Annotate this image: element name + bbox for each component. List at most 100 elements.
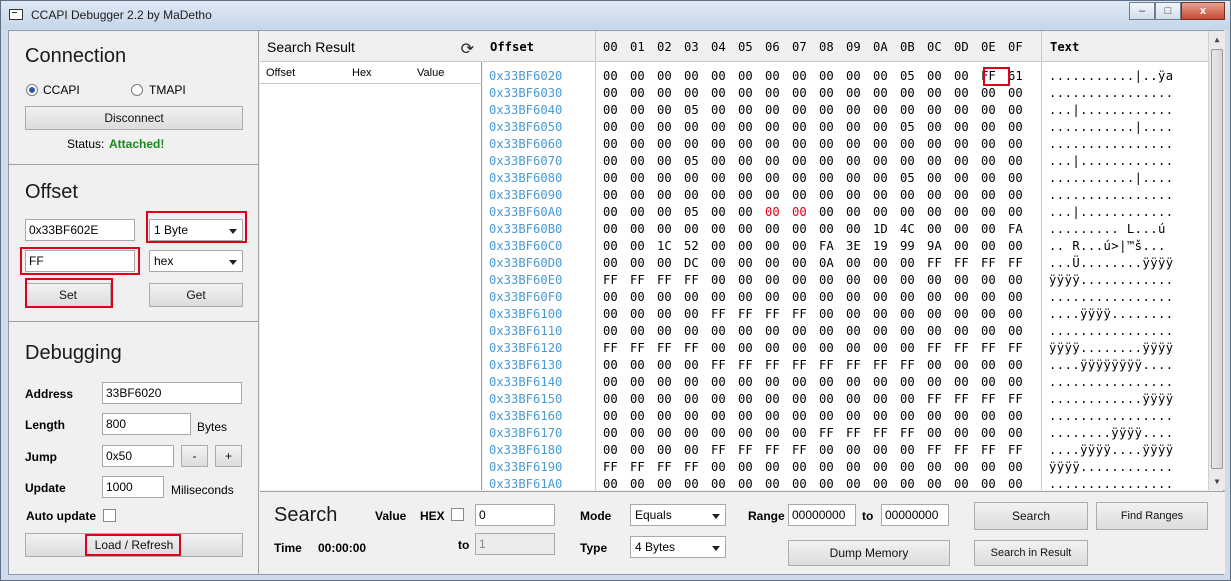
row-offset[interactable]: 0x33BF6180	[489, 443, 562, 457]
hex-byte[interactable]: 00	[927, 188, 942, 202]
hex-byte[interactable]: 00	[981, 307, 996, 321]
hex-byte[interactable]: FF	[981, 392, 996, 406]
row-offset[interactable]: 0x33BF60B0	[489, 222, 562, 236]
row-offset[interactable]: 0x33BF6090	[489, 188, 562, 202]
hex-byte[interactable]: 00	[927, 290, 942, 304]
hex-byte[interactable]: 00	[792, 324, 807, 338]
hex-byte[interactable]: 00	[927, 307, 942, 321]
hex-byte[interactable]: 00	[603, 103, 618, 117]
hex-row[interactable]: 0x33BF60C0 00 00 1C 52 00 00 00 00 FA 3E 19 99 9A 00 00…	[483, 239, 1225, 256]
hex-byte[interactable]: 00	[981, 171, 996, 185]
hex-byte[interactable]: 00	[765, 154, 780, 168]
hex-byte[interactable]: FF	[738, 307, 753, 321]
hex-byte[interactable]: 00	[900, 188, 915, 202]
hex-byte[interactable]: 00	[792, 290, 807, 304]
hex-byte[interactable]: 00	[765, 375, 780, 389]
row-offset[interactable]: 0x33BF60D0	[489, 256, 562, 270]
hex-row[interactable]: 0x33BF6180 00 00 00 00 FF FF FF FF 00 00 00 00 FF FF FF…	[483, 443, 1225, 460]
hex-byte[interactable]: 00	[711, 375, 726, 389]
hex-byte[interactable]: 00	[792, 392, 807, 406]
hex-byte[interactable]: 00	[900, 205, 915, 219]
hex-byte[interactable]: 00	[900, 477, 915, 490]
hex-byte[interactable]: 00	[711, 426, 726, 440]
hex-byte[interactable]: 00	[954, 426, 969, 440]
row-offset[interactable]: 0x33BF60F0	[489, 290, 562, 304]
hex-byte[interactable]: 00	[981, 137, 996, 151]
hex-byte[interactable]: 00	[900, 392, 915, 406]
row-offset[interactable]: 0x33BF6160	[489, 409, 562, 423]
hex-byte[interactable]: 00	[711, 392, 726, 406]
hex-byte[interactable]: 00	[630, 256, 645, 270]
hex-byte[interactable]: FF	[603, 273, 618, 287]
hex-byte[interactable]: 00	[711, 205, 726, 219]
search-value-input[interactable]: 0	[475, 504, 555, 526]
hex-byte[interactable]: FF	[792, 307, 807, 321]
col-offset[interactable]: Offset	[266, 67, 295, 79]
hex-byte[interactable]: 00	[765, 205, 780, 219]
hex-byte[interactable]: 9A	[927, 239, 942, 253]
hex-byte[interactable]: 00	[981, 205, 996, 219]
range-to-input[interactable]: 00000000	[881, 504, 949, 526]
hex-byte[interactable]: 00	[927, 426, 942, 440]
hex-byte[interactable]: 00	[765, 409, 780, 423]
type-select[interactable]: 4 Bytes	[630, 536, 726, 558]
hex-byte[interactable]: 00	[630, 103, 645, 117]
hex-byte[interactable]: 00	[873, 477, 888, 490]
hex-byte[interactable]: 00	[954, 477, 969, 490]
hex-byte[interactable]: 00	[1008, 205, 1023, 219]
ccapi-radio[interactable]	[26, 84, 38, 96]
hex-row[interactable]: 0x33BF6170 00 00 00 00 00 00 00 00 FF FF FF FF 00 00 00…	[483, 426, 1225, 443]
hex-byte[interactable]: 00	[603, 137, 618, 151]
hex-byte[interactable]: 00	[711, 103, 726, 117]
jump-input[interactable]: 0x50	[102, 445, 174, 467]
hex-byte[interactable]: 00	[657, 324, 672, 338]
hex-byte[interactable]: FF	[738, 443, 753, 457]
hex-byte[interactable]: 00	[927, 273, 942, 287]
hex-byte[interactable]: FF	[684, 273, 699, 287]
hex-byte[interactable]: 00	[819, 273, 834, 287]
hex-byte[interactable]: 00	[792, 120, 807, 134]
hex-byte[interactable]: 00	[1008, 307, 1023, 321]
hex-byte[interactable]: FF	[684, 341, 699, 355]
close-button[interactable]: x	[1181, 2, 1225, 20]
hex-byte[interactable]: 00	[900, 409, 915, 423]
hex-byte[interactable]: 00	[657, 154, 672, 168]
hex-byte[interactable]: 00	[603, 256, 618, 270]
hex-byte[interactable]: 00	[873, 69, 888, 83]
hex-byte[interactable]: 00	[927, 205, 942, 219]
hex-byte[interactable]: 00	[657, 443, 672, 457]
hex-byte[interactable]: FF	[1008, 256, 1023, 270]
hex-byte[interactable]: 00	[846, 154, 861, 168]
hex-byte[interactable]: 1C	[657, 239, 672, 253]
hex-byte[interactable]: 00	[1008, 426, 1023, 440]
hex-byte[interactable]: 00	[711, 273, 726, 287]
hex-byte[interactable]: 00	[954, 205, 969, 219]
hex-byte[interactable]: 00	[792, 273, 807, 287]
hex-byte[interactable]: 00	[819, 171, 834, 185]
hex-byte[interactable]: 00	[981, 154, 996, 168]
hex-byte[interactable]: 00	[603, 120, 618, 134]
hex-byte[interactable]: 00	[630, 171, 645, 185]
hex-byte[interactable]: 00	[819, 341, 834, 355]
hex-byte[interactable]: 00	[684, 188, 699, 202]
hex-byte[interactable]: 00	[765, 137, 780, 151]
hex-byte[interactable]: 00	[1008, 409, 1023, 423]
hex-byte[interactable]: 00	[765, 69, 780, 83]
hex-byte[interactable]: 00	[684, 358, 699, 372]
hex-byte[interactable]: 00	[603, 426, 618, 440]
hex-byte[interactable]: 00	[954, 154, 969, 168]
hex-byte[interactable]: FF	[927, 392, 942, 406]
hex-byte[interactable]: 00	[1008, 358, 1023, 372]
hex-row[interactable]: 0x33BF6020 00 00 00 00 00 00 00 00 00 00 00 05 00 00 FF…	[483, 69, 1225, 86]
hex-byte[interactable]: 00	[738, 341, 753, 355]
hex-byte[interactable]: FF	[765, 307, 780, 321]
hex-byte[interactable]: 00	[819, 154, 834, 168]
hex-byte[interactable]: 00	[630, 69, 645, 83]
hex-byte[interactable]: 00	[954, 409, 969, 423]
hex-byte[interactable]: 00	[819, 290, 834, 304]
hex-byte[interactable]: 00	[873, 86, 888, 100]
hex-row[interactable]: 0x33BF6120 FF FF FF FF 00 00 00 00 00 00 00 00 FF FF FF…	[483, 341, 1225, 358]
row-offset[interactable]: 0x33BF60A0	[489, 205, 562, 219]
hex-byte[interactable]: 00	[873, 290, 888, 304]
hex-byte[interactable]: 00	[819, 120, 834, 134]
